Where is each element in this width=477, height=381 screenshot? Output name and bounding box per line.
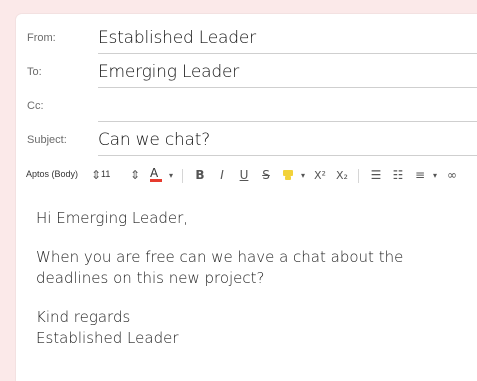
subject-row: Subject: Can we chat? bbox=[16, 122, 477, 156]
subject-divider bbox=[98, 155, 477, 156]
cc-row: Cc: bbox=[16, 88, 477, 122]
email-body[interactable]: Hi Emerging Leader, When you are free ca… bbox=[36, 208, 456, 381]
background-canvas: From: Established Leader To: Emerging Le… bbox=[0, 0, 477, 381]
email-closing: Kind regards bbox=[36, 308, 131, 326]
subject-label: Subject: bbox=[27, 134, 67, 146]
cc-label: Cc: bbox=[27, 100, 44, 112]
link-icon[interactable]: ∞ bbox=[444, 167, 460, 183]
font-family-value: Aptos (Body) bbox=[26, 169, 79, 179]
from-label: From: bbox=[27, 32, 56, 44]
bold-icon[interactable]: B bbox=[192, 167, 208, 183]
subject-field[interactable]: Can we chat? bbox=[98, 130, 210, 150]
superscript-icon[interactable]: X² bbox=[312, 167, 328, 183]
email-greeting: Hi Emerging Leader, bbox=[36, 209, 189, 227]
toolbar-separator-2 bbox=[358, 169, 359, 183]
underline-icon[interactable]: U bbox=[236, 167, 252, 183]
formatting-toolbar: Aptos (Body) ⇕ 11 ⇕ A ▾ B I U S ▾ X² X₂ … bbox=[16, 161, 477, 189]
to-field[interactable]: Emerging Leader bbox=[98, 62, 239, 82]
bulleted-list-icon[interactable]: ☰ bbox=[368, 167, 384, 183]
from-field[interactable]: Established Leader bbox=[98, 28, 256, 48]
subscript-icon[interactable]: X₂ bbox=[334, 167, 350, 183]
align-chevron-icon[interactable]: ▾ bbox=[426, 167, 442, 183]
from-row: From: Established Leader bbox=[16, 20, 477, 54]
email-signature: Established Leader bbox=[36, 329, 179, 347]
font-family-select[interactable]: Aptos (Body) bbox=[26, 167, 88, 181]
toolbar-separator bbox=[182, 169, 183, 183]
email-message: When you are free can we have a chat abo… bbox=[36, 248, 404, 287]
highlight-chevron-icon[interactable]: ▾ bbox=[294, 167, 310, 183]
numbered-list-icon[interactable]: ☷ bbox=[390, 167, 406, 183]
font-size-stepper-icon[interactable]: ⇕ bbox=[127, 167, 143, 183]
italic-icon[interactable]: I bbox=[214, 167, 230, 183]
strikethrough-icon[interactable]: S bbox=[258, 167, 274, 183]
font-size-value: 11 bbox=[101, 169, 111, 179]
to-label: To: bbox=[27, 66, 42, 78]
font-color-chevron-icon[interactable]: ▾ bbox=[162, 167, 178, 183]
to-row: To: Emerging Leader bbox=[16, 54, 477, 88]
email-compose-window: From: Established Leader To: Emerging Le… bbox=[16, 14, 477, 381]
